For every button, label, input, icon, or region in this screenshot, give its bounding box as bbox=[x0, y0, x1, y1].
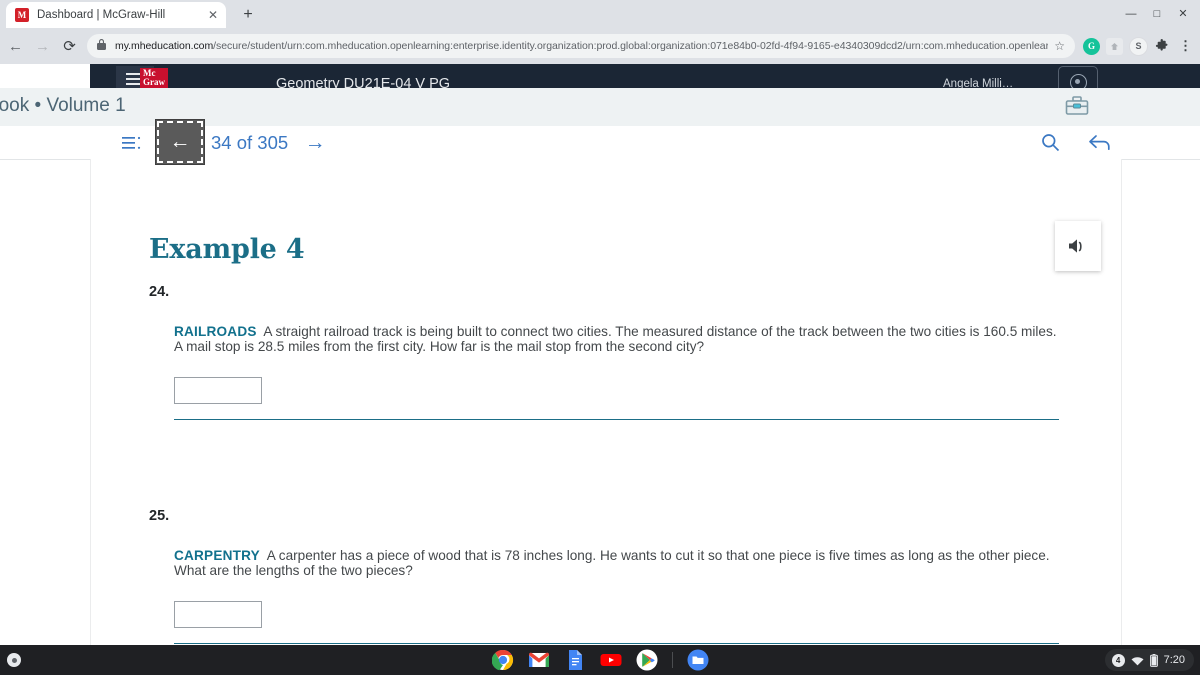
docs-app-icon[interactable] bbox=[564, 649, 586, 671]
pager-controls: ← 34 of 305 → bbox=[155, 118, 332, 165]
page-indicator: 34 of 305 bbox=[211, 131, 289, 153]
youtube-app-icon[interactable] bbox=[600, 649, 622, 671]
browser-window: M Dashboard | McGraw-Hill ✕ + — □ ✕ ← → … bbox=[0, 0, 1200, 645]
avatar[interactable] bbox=[1058, 66, 1098, 88]
grammarly-extension-icon[interactable]: G bbox=[1082, 37, 1100, 55]
search-icon[interactable] bbox=[1041, 133, 1060, 152]
question-prompt: A straight railroad track is being built… bbox=[174, 324, 1057, 355]
question-divider bbox=[174, 418, 1059, 420]
question-text: CARPENTRY A carpenter has a piece of woo… bbox=[174, 548, 1064, 579]
audio-read-aloud-button[interactable] bbox=[1055, 221, 1101, 271]
tab-title: Dashboard | McGraw-Hill bbox=[37, 9, 166, 21]
screen: M Dashboard | McGraw-Hill ✕ + — □ ✕ ← → … bbox=[0, 0, 1200, 675]
clock[interactable]: 7:20 bbox=[1164, 654, 1185, 666]
extensions-row: G S ⋮ bbox=[1082, 36, 1200, 56]
page-left-gutter bbox=[0, 159, 91, 645]
notification-count-badge[interactable]: 4 bbox=[1111, 653, 1125, 667]
browser-toolbar: ← → ⟳ my.mheducation.com/secure/student/… bbox=[0, 28, 1200, 64]
question-divider bbox=[174, 642, 1059, 644]
page-viewport: Mc Graw Geometry DU21E-04 V PG Angela Mi… bbox=[0, 64, 1200, 645]
lock-icon bbox=[97, 37, 108, 55]
user-name[interactable]: Angela Milli… bbox=[943, 78, 1053, 88]
question-item: 24. RAILROADS A straight railroad track … bbox=[149, 284, 1069, 420]
ebook-page: Example 4 24. RAILROADS A straight railr… bbox=[90, 159, 1122, 645]
shelf-app-row bbox=[0, 645, 1200, 675]
reload-icon[interactable]: ⟳ bbox=[58, 32, 81, 60]
extension-square-icon[interactable] bbox=[1105, 37, 1123, 55]
system-shelf: 4 7:20 bbox=[0, 645, 1200, 675]
close-tab-icon[interactable]: ✕ bbox=[206, 8, 220, 22]
extension-s-icon[interactable]: S bbox=[1128, 36, 1148, 56]
answer-input[interactable] bbox=[174, 376, 262, 404]
files-app-icon[interactable] bbox=[687, 649, 709, 671]
toolbox-icon[interactable] bbox=[1065, 96, 1089, 116]
table-of-contents-icon[interactable] bbox=[122, 136, 142, 150]
close-window-icon[interactable]: ✕ bbox=[1176, 7, 1190, 21]
pager-toolbar: ← 34 of 305 → bbox=[0, 118, 1200, 165]
system-tray[interactable]: 4 7:20 bbox=[1104, 649, 1194, 671]
previous-page-button[interactable]: ← bbox=[155, 118, 205, 165]
address-bar[interactable]: my.mheducation.com/secure/student/urn:co… bbox=[87, 34, 1075, 58]
bookmark-star-icon[interactable]: ☆ bbox=[1054, 39, 1065, 53]
question-topic-label: RAILROADS bbox=[174, 324, 257, 339]
app-header: Mc Graw Geometry DU21E-04 V PG Angela Mi… bbox=[90, 64, 1200, 88]
new-tab-button[interactable]: + bbox=[236, 3, 260, 27]
page-title: Example 4 bbox=[149, 234, 305, 265]
minimize-icon[interactable]: — bbox=[1124, 7, 1138, 21]
question-number: 25. bbox=[149, 508, 170, 524]
shelf-divider bbox=[671, 652, 673, 668]
question-prompt: A carpenter has a piece of wood that is … bbox=[174, 548, 1050, 579]
forward-icon[interactable]: → bbox=[31, 32, 54, 60]
course-title: Geometry DU21E-04 V PG bbox=[276, 76, 451, 88]
chrome-menu-icon[interactable]: ⋮ bbox=[1177, 38, 1194, 55]
answer-input[interactable] bbox=[174, 600, 262, 628]
maximize-icon[interactable]: □ bbox=[1150, 7, 1164, 21]
wifi-icon[interactable] bbox=[1131, 655, 1144, 666]
question-text: RAILROADS A straight railroad track is b… bbox=[174, 324, 1064, 355]
tab-strip: M Dashboard | McGraw-Hill ✕ + — □ ✕ bbox=[0, 0, 1200, 28]
battery-icon[interactable] bbox=[1149, 653, 1158, 667]
next-page-button[interactable]: → bbox=[298, 128, 332, 158]
play-store-app-icon[interactable] bbox=[636, 649, 658, 671]
gmail-app-icon[interactable] bbox=[528, 649, 550, 671]
question-number: 24. bbox=[149, 284, 170, 300]
back-icon[interactable]: ← bbox=[4, 32, 27, 60]
browser-tab[interactable]: M Dashboard | McGraw-Hill ✕ bbox=[6, 2, 226, 28]
book-title: …lition eBook • Volume 1 bbox=[0, 95, 126, 116]
logo-line-2: Graw bbox=[143, 77, 165, 87]
extensions-puzzle-icon[interactable] bbox=[1154, 38, 1171, 55]
undo-icon[interactable] bbox=[1088, 133, 1112, 152]
pager-tools bbox=[1041, 126, 1112, 159]
mcgraw-hill-favicon: M bbox=[15, 8, 29, 22]
window-controls: — □ ✕ bbox=[1124, 0, 1196, 28]
chrome-app-icon[interactable] bbox=[491, 649, 514, 671]
url-domain: my.mheducation.com bbox=[115, 40, 214, 52]
page-right-gutter bbox=[1120, 159, 1200, 645]
avatar-icon bbox=[1069, 73, 1087, 88]
speaker-icon bbox=[1069, 239, 1082, 253]
mcgraw-hill-logo: Mc Graw bbox=[140, 68, 168, 88]
url-text: my.mheducation.com/secure/student/urn:co… bbox=[115, 40, 1048, 52]
question-topic-label: CARPENTRY bbox=[174, 548, 260, 563]
url-path: /secure/student/urn:com.mheducation.open… bbox=[213, 40, 1049, 52]
question-item: 25. CARPENTRY A carpenter has a piece of… bbox=[149, 508, 1069, 644]
